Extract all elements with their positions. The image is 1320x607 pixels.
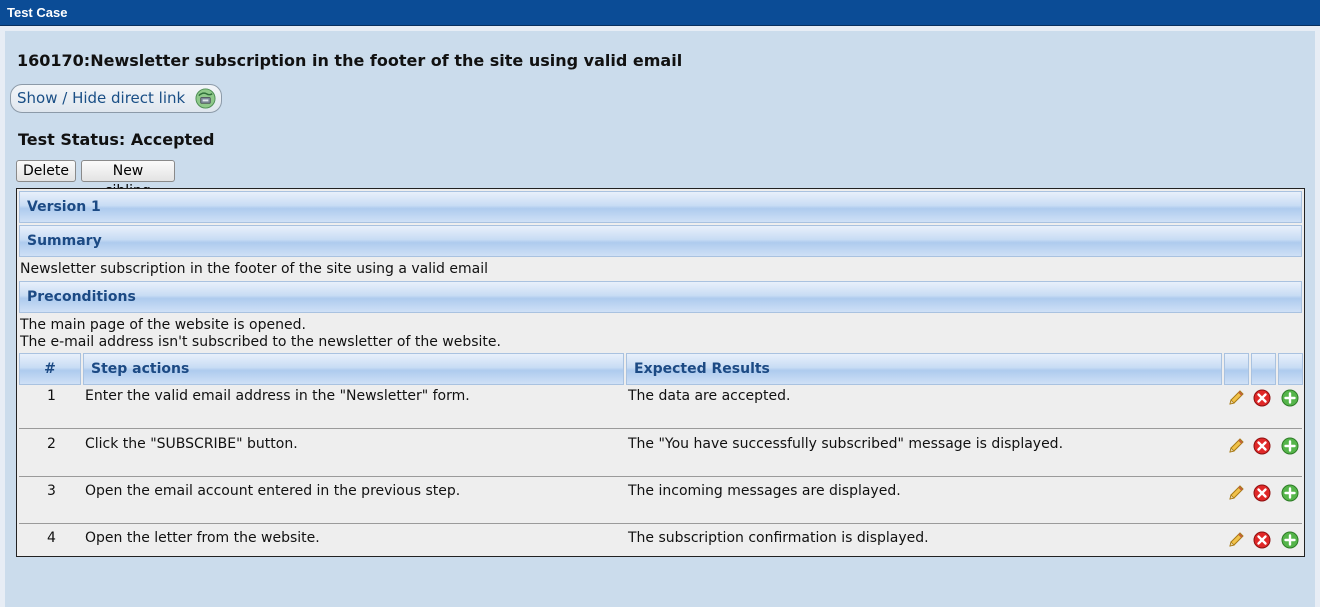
- column-header-expected-results: Expected Results: [626, 353, 1222, 385]
- show-hide-direct-link-button[interactable]: Show / Hide direct link: [10, 84, 222, 113]
- globe-link-icon: [195, 88, 216, 109]
- summary-header-label: Summary: [27, 233, 102, 249]
- add-plus-icon[interactable]: [1281, 531, 1299, 549]
- delete-x-icon[interactable]: [1253, 389, 1271, 407]
- step-expected-result: The "You have successfully subscribed" m…: [628, 436, 1064, 452]
- step-action: Open the email account entered in the pr…: [85, 483, 461, 499]
- edit-pencil-icon[interactable]: [1227, 484, 1245, 502]
- step-number: 3: [47, 483, 56, 499]
- preconditions-header-label: Preconditions: [27, 289, 136, 305]
- version-header[interactable]: Version 1: [19, 191, 1302, 223]
- table-row: 1 Enter the valid email address in the "…: [19, 382, 1302, 429]
- step-expected-result: The data are accepted.: [628, 388, 791, 404]
- precondition-line: The main page of the website is opened.: [20, 317, 306, 333]
- step-expected-result: The subscription confirmation is display…: [628, 530, 929, 546]
- add-plus-icon[interactable]: [1281, 437, 1299, 455]
- test-case-details: Version 1 Summary Newsletter subscriptio…: [16, 188, 1305, 557]
- table-row: 4 Open the letter from the website. The …: [19, 524, 1302, 571]
- test-case-title: 160170:Newsletter subscription in the fo…: [17, 51, 683, 70]
- edit-pencil-icon[interactable]: [1227, 437, 1245, 455]
- step-action: Click the "SUBSCRIBE" button.: [85, 436, 298, 452]
- table-row: 2 Click the "SUBSCRIBE" button. The "You…: [19, 430, 1302, 477]
- add-plus-icon[interactable]: [1281, 484, 1299, 502]
- version-label: Version 1: [27, 199, 101, 215]
- step-action: Open the letter from the website.: [85, 530, 320, 546]
- window-title-bar: Test Case: [0, 0, 1320, 26]
- delete-x-icon[interactable]: [1253, 531, 1271, 549]
- preconditions-header: Preconditions: [19, 281, 1302, 313]
- column-header-step-actions: Step actions: [83, 353, 624, 385]
- column-header-add: [1278, 353, 1303, 385]
- test-status: Test Status: Accepted: [18, 130, 215, 149]
- step-expected-result: The incoming messages are displayed.: [628, 483, 901, 499]
- step-number: 1: [47, 388, 56, 404]
- delete-x-icon[interactable]: [1253, 484, 1271, 502]
- column-header-delete: [1251, 353, 1276, 385]
- summary-header: Summary: [19, 225, 1302, 257]
- column-header-number: #: [19, 353, 81, 385]
- test-case-panel: 160170:Newsletter subscription in the fo…: [5, 31, 1315, 607]
- row-divider: [19, 428, 1302, 429]
- step-number: 2: [47, 436, 56, 452]
- direct-link-label: Show / Hide direct link: [17, 89, 186, 107]
- delete-button[interactable]: Delete: [16, 160, 76, 182]
- step-action: Enter the valid email address in the "Ne…: [85, 388, 470, 404]
- table-row: 3 Open the email account entered in the …: [19, 477, 1302, 524]
- edit-pencil-icon[interactable]: [1227, 531, 1245, 549]
- edit-pencil-icon[interactable]: [1227, 389, 1245, 407]
- column-header-edit: [1224, 353, 1249, 385]
- new-sibling-button[interactable]: New sibling: [81, 160, 175, 199]
- step-number: 4: [47, 530, 56, 546]
- window-title: Test Case: [7, 5, 68, 20]
- summary-text: Newsletter subscription in the footer of…: [20, 261, 488, 277]
- precondition-line: The e-mail address isn't subscribed to t…: [20, 334, 501, 350]
- delete-x-icon[interactable]: [1253, 437, 1271, 455]
- add-plus-icon[interactable]: [1281, 389, 1299, 407]
